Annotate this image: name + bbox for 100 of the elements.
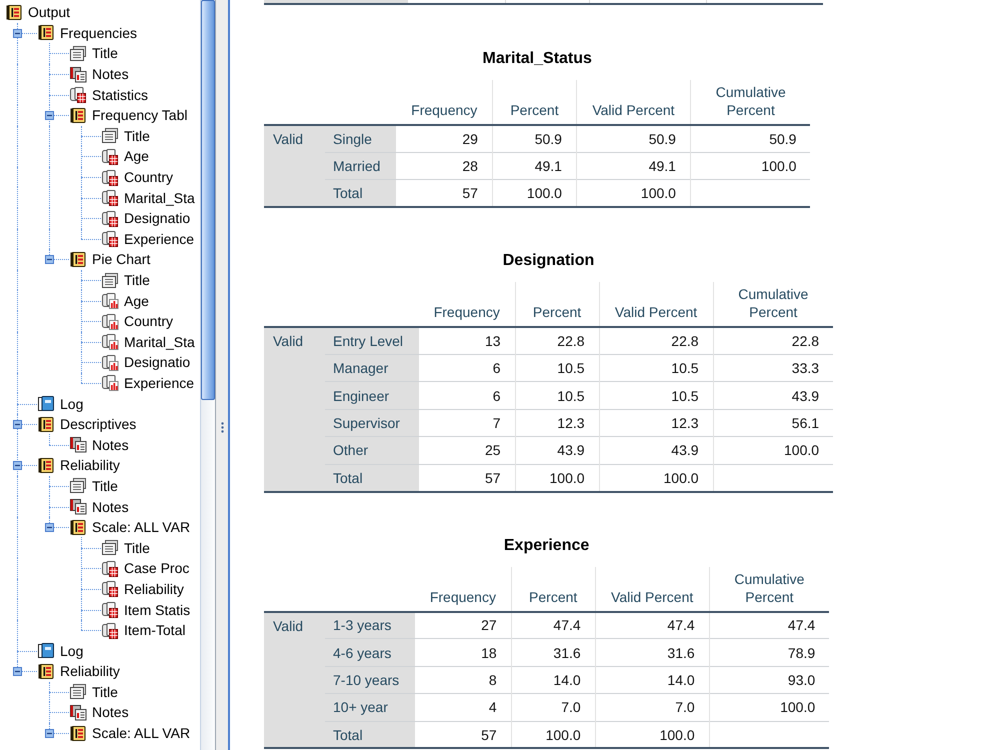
table-cell: 100.0 <box>599 464 714 492</box>
row-label: 7-10 years <box>325 666 416 694</box>
tree-item[interactable]: Experience <box>124 230 194 248</box>
collapse-icon[interactable] <box>13 667 22 676</box>
table-icon <box>101 168 119 186</box>
table-cell: 100.0 <box>576 180 690 208</box>
tree-item[interactable]: Designatio <box>124 209 190 228</box>
column-header: Cumulative Percent <box>690 80 810 125</box>
table-icon <box>101 148 119 165</box>
table-cell: 100.0 <box>595 721 710 748</box>
table-cell: 100.0 <box>492 180 576 208</box>
column-header: Percent <box>492 80 576 125</box>
tree-item[interactable]: Notes <box>92 703 129 722</box>
scrollbar-thumb[interactable] <box>201 0 215 400</box>
tree-item[interactable]: Title <box>92 476 118 495</box>
row-label: Supervisor <box>325 409 420 437</box>
tree-item[interactable]: Reliability <box>60 456 120 474</box>
tree-item[interactable]: Country <box>124 168 174 186</box>
table-icon <box>101 622 119 639</box>
tree-item[interactable]: Notes <box>92 65 129 84</box>
document-icon <box>69 683 87 700</box>
notes-icon <box>69 436 87 454</box>
collapse-icon[interactable] <box>13 461 22 470</box>
table-cell: 93.0 <box>709 666 830 694</box>
tree-item[interactable]: Descriptives <box>60 415 136 434</box>
book-icon <box>37 456 55 474</box>
table-icon <box>101 601 119 618</box>
tree-item[interactable]: Pie Chart <box>92 250 150 268</box>
table-title: Marital_Status <box>482 49 592 69</box>
collapse-icon[interactable] <box>45 523 54 532</box>
pane-splitter[interactable] <box>215 0 230 750</box>
table-cell: 14.0 <box>511 666 596 694</box>
tree-item[interactable]: Title <box>124 538 150 557</box>
table-cell: 100.0 <box>690 152 810 180</box>
tree-item[interactable]: Designatio <box>124 353 190 372</box>
table-cell: 49.1 <box>576 152 690 180</box>
table-cell: 100.0 <box>713 436 834 464</box>
tree-item[interactable]: Scale: ALL VAR <box>92 518 190 536</box>
row-label: Engineer <box>325 382 420 410</box>
collapse-icon[interactable] <box>45 111 54 120</box>
table-icon <box>101 560 119 577</box>
tree-item[interactable]: Country <box>124 312 174 330</box>
tree-item[interactable]: Item Statis <box>124 600 190 619</box>
table-title: Designation <box>502 251 594 272</box>
table-cell: 14.0 <box>595 666 710 694</box>
column-header: Valid Percent <box>576 80 690 125</box>
row-label: Total <box>325 721 416 748</box>
tree-item[interactable]: Marital_Sta <box>124 332 195 351</box>
tree-item[interactable]: Age <box>124 292 149 310</box>
table-cell: 47.4 <box>511 612 596 639</box>
bar-chart-icon <box>101 333 119 350</box>
tree-item[interactable]: Notes <box>92 436 129 454</box>
table-cell: 57 <box>419 464 516 492</box>
tree-item[interactable]: Frequencies <box>60 24 138 42</box>
bar-chart-icon <box>101 374 119 392</box>
vertical-scrollbar[interactable] <box>200 0 215 750</box>
book-icon <box>37 24 55 42</box>
row-label: Single <box>325 125 396 152</box>
tree-item[interactable]: Experience <box>124 374 194 392</box>
table-cell: 22.8 <box>713 327 834 355</box>
tree-item[interactable]: Output <box>28 3 70 22</box>
collapse-icon[interactable] <box>45 255 54 264</box>
collapse-icon[interactable] <box>13 28 22 38</box>
tree-item[interactable]: Title <box>124 126 150 145</box>
row-label: Total <box>325 464 420 492</box>
row-label: Total <box>325 180 396 208</box>
tree-item[interactable]: Title <box>124 271 150 290</box>
tree-item[interactable]: Title <box>92 44 118 62</box>
table-cell: 50.9 <box>492 125 576 152</box>
table-cell: 100.0 <box>515 464 600 492</box>
table-cell: 22.8 <box>599 327 714 355</box>
tree-item[interactable]: Log <box>60 642 84 660</box>
tree-item[interactable]: Title <box>92 682 118 701</box>
tree-item[interactable]: Item-Total <box>124 621 186 640</box>
notebook-icon <box>37 642 55 660</box>
tree-item[interactable]: Notes <box>92 498 129 516</box>
column-header: Cumulative Percent <box>713 282 834 328</box>
tree-item[interactable]: Marital_Sta <box>124 188 195 207</box>
column-header: Percent <box>511 566 596 612</box>
collapse-icon[interactable] <box>13 420 22 430</box>
tree-item[interactable]: Scale: ALL VAR <box>92 724 190 742</box>
tree-item[interactable]: Frequency Tabl <box>92 106 188 124</box>
tree-item[interactable]: Log <box>60 394 84 413</box>
collapse-icon[interactable] <box>45 729 54 738</box>
tree-item[interactable]: Age <box>124 147 149 166</box>
book-icon <box>69 724 87 742</box>
tree-item[interactable]: Reliability <box>60 662 120 680</box>
table-cell: 10.5 <box>515 354 600 382</box>
table-cell: 56.1 <box>713 409 834 437</box>
table-cell: 27 <box>415 612 512 639</box>
tree-item[interactable]: Case Proc <box>124 559 190 578</box>
table-cell: 10.5 <box>599 354 714 382</box>
splitter-grip-icon <box>220 422 224 433</box>
table-cell: 10.5 <box>515 382 600 410</box>
table-cell: 25 <box>419 436 516 464</box>
tree-item[interactable]: Reliability <box>124 580 184 598</box>
tree-item[interactable]: Statistics <box>92 86 148 104</box>
table-cell: 33.3 <box>713 354 834 382</box>
table-cell: 6 <box>419 354 516 382</box>
row-label: Other <box>325 436 420 464</box>
